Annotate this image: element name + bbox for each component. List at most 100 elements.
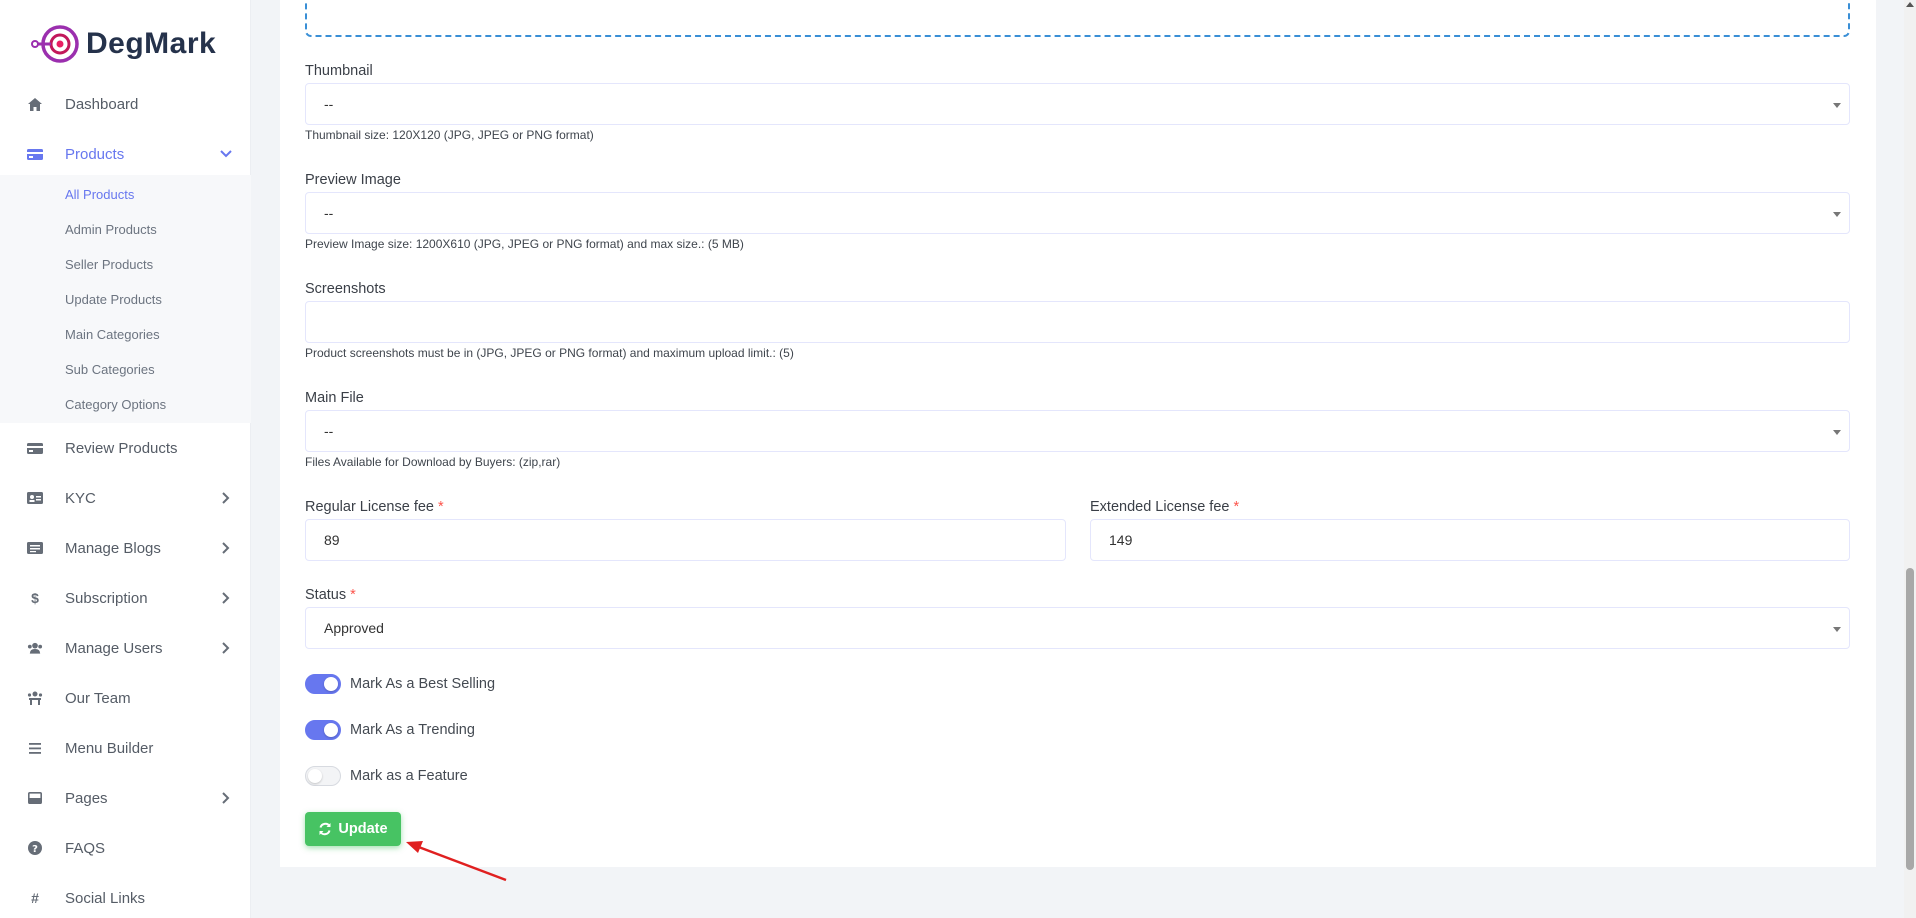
chevron-right-icon — [219, 791, 233, 805]
sidebar-item-pages[interactable]: Pages — [0, 778, 251, 818]
sidebar-item-social-links[interactable]: # Social Links — [0, 878, 251, 918]
sidebar-item-label: Pages — [65, 789, 108, 807]
update-button[interactable]: Update — [305, 812, 401, 846]
thumbnail-hint: Thumbnail size: 120X120 (JPG, JPEG or PN… — [305, 128, 594, 142]
chevron-right-icon — [219, 491, 233, 505]
submenu-item-update-products[interactable]: Update Products — [65, 292, 162, 307]
home-icon — [27, 96, 43, 112]
main-file-label: Main File — [305, 390, 364, 406]
sidebar-item-faqs[interactable]: ? FAQS — [0, 828, 251, 868]
sidebar-item-dashboard[interactable]: Dashboard — [0, 84, 251, 124]
sidebar-item-products[interactable]: Products — [0, 134, 251, 174]
card-icon — [27, 146, 43, 162]
logo-mark-icon — [31, 25, 79, 63]
hash-icon: # — [31, 890, 39, 906]
extended-fee-label: Extended License fee * — [1090, 499, 1239, 515]
id-card-icon — [27, 490, 43, 506]
sidebar: DegMark Dashboard Products All Products … — [0, 0, 251, 918]
toggle-knob — [308, 769, 322, 783]
submenu-item-admin-products[interactable]: Admin Products — [65, 222, 157, 237]
extended-fee-label-text: Extended License fee — [1090, 499, 1230, 515]
sidebar-item-label: FAQS — [65, 839, 106, 857]
page-icon — [27, 790, 43, 806]
status-label: Status * — [305, 587, 356, 603]
thumbnail-select[interactable]: -- — [305, 83, 1850, 125]
scroll-up-arrow-icon[interactable] — [1906, 2, 1914, 7]
submenu-item-seller-products[interactable]: Seller Products — [65, 257, 153, 272]
regular-fee-label-text: Regular License fee — [305, 499, 434, 515]
extended-fee-input[interactable]: 149 — [1090, 519, 1850, 561]
regular-fee-input[interactable]: 89 — [305, 519, 1066, 561]
required-marker: * — [438, 499, 444, 515]
sidebar-item-label: Social Links — [65, 889, 146, 907]
sidebar-item-label: Manage Blogs — [65, 539, 161, 557]
sidebar-item-manage-users[interactable]: Manage Users — [0, 628, 251, 668]
trending-label: Mark As a Trending — [350, 722, 475, 738]
sidebar-item-manage-blogs[interactable]: Manage Blogs — [0, 528, 251, 568]
sidebar-item-label: KYC — [65, 489, 96, 507]
thumbnail-value: -- — [324, 96, 334, 112]
screenshots-input[interactable] — [305, 301, 1850, 343]
toggle-knob — [324, 723, 338, 737]
trending-toggle[interactable] — [305, 720, 341, 740]
status-value: Approved — [324, 620, 384, 636]
svg-text:?: ? — [32, 844, 38, 855]
thumbnail-label: Thumbnail — [305, 63, 373, 79]
main-file-hint: Files Available for Download by Buyers: … — [305, 455, 561, 469]
update-button-label: Update — [338, 821, 388, 837]
team-icon — [27, 690, 43, 706]
toggle-feature-row: Mark as a Feature — [305, 765, 468, 787]
chevron-right-icon — [219, 641, 233, 655]
preview-image-label: Preview Image — [305, 172, 401, 188]
status-label-text: Status — [305, 587, 347, 603]
submenu-item-category-options[interactable]: Category Options — [65, 397, 166, 412]
sidebar-item-label: Subscription — [65, 589, 148, 607]
best-selling-toggle[interactable] — [305, 674, 341, 694]
toggle-knob — [324, 677, 338, 691]
sidebar-item-subscription[interactable]: $ Subscription — [0, 578, 251, 618]
sidebar-item-label: Our Team — [65, 689, 131, 707]
screenshots-hint: Product screenshots must be in (JPG, JPE… — [305, 346, 794, 360]
sidebar-item-label: Dashboard — [65, 95, 139, 113]
preview-image-hint: Preview Image size: 1200X610 (JPG, JPEG … — [305, 237, 744, 251]
sidebar-item-label: Manage Users — [65, 639, 163, 657]
sidebar-item-review-products[interactable]: Review Products — [0, 428, 251, 468]
feature-toggle[interactable] — [305, 766, 341, 786]
sidebar-item-label: Review Products — [65, 439, 178, 457]
list-icon — [27, 540, 43, 556]
question-icon: ? — [27, 840, 43, 856]
sidebar-item-label: Menu Builder — [65, 739, 154, 757]
upload-dropzone[interactable] — [305, 0, 1850, 37]
sidebar-item-menu-builder[interactable]: Menu Builder — [0, 728, 251, 768]
preview-image-value: -- — [324, 205, 334, 221]
page-scrollbar[interactable] — [1904, 0, 1916, 918]
regular-fee-label: Regular License fee * — [305, 499, 444, 515]
chevron-right-icon — [219, 541, 233, 555]
status-select[interactable]: Approved — [305, 607, 1850, 649]
users-icon — [27, 640, 43, 656]
products-submenu: All Products Admin Products Seller Produ… — [0, 175, 251, 423]
main-file-select[interactable]: -- — [305, 410, 1850, 452]
brand-logo[interactable]: DegMark — [30, 22, 216, 66]
sidebar-item-label: Products — [65, 145, 125, 163]
submenu-item-sub-categories[interactable]: Sub Categories — [65, 362, 155, 377]
preview-image-select[interactable]: -- — [305, 192, 1850, 234]
card-icon — [27, 440, 43, 456]
main-file-value: -- — [324, 423, 334, 439]
refresh-icon — [319, 822, 331, 836]
feature-label: Mark as a Feature — [350, 768, 468, 784]
dollar-icon: $ — [31, 590, 39, 606]
screenshots-label: Screenshots — [305, 281, 386, 297]
best-selling-label: Mark As a Best Selling — [350, 676, 496, 692]
sidebar-item-kyc[interactable]: KYC — [0, 478, 251, 518]
submenu-item-main-categories[interactable]: Main Categories — [65, 327, 160, 342]
regular-fee-value: 89 — [324, 532, 340, 548]
extended-fee-value: 149 — [1109, 532, 1133, 548]
brand-name: DegMark — [86, 27, 217, 60]
bars-icon — [27, 740, 43, 756]
toggle-trending-row: Mark As a Trending — [305, 719, 475, 741]
sidebar-item-our-team[interactable]: Our Team — [0, 678, 251, 718]
toggle-best-selling-row: Mark As a Best Selling — [305, 673, 495, 695]
scroll-thumb[interactable] — [1906, 568, 1914, 870]
submenu-item-all-products[interactable]: All Products — [65, 187, 134, 202]
